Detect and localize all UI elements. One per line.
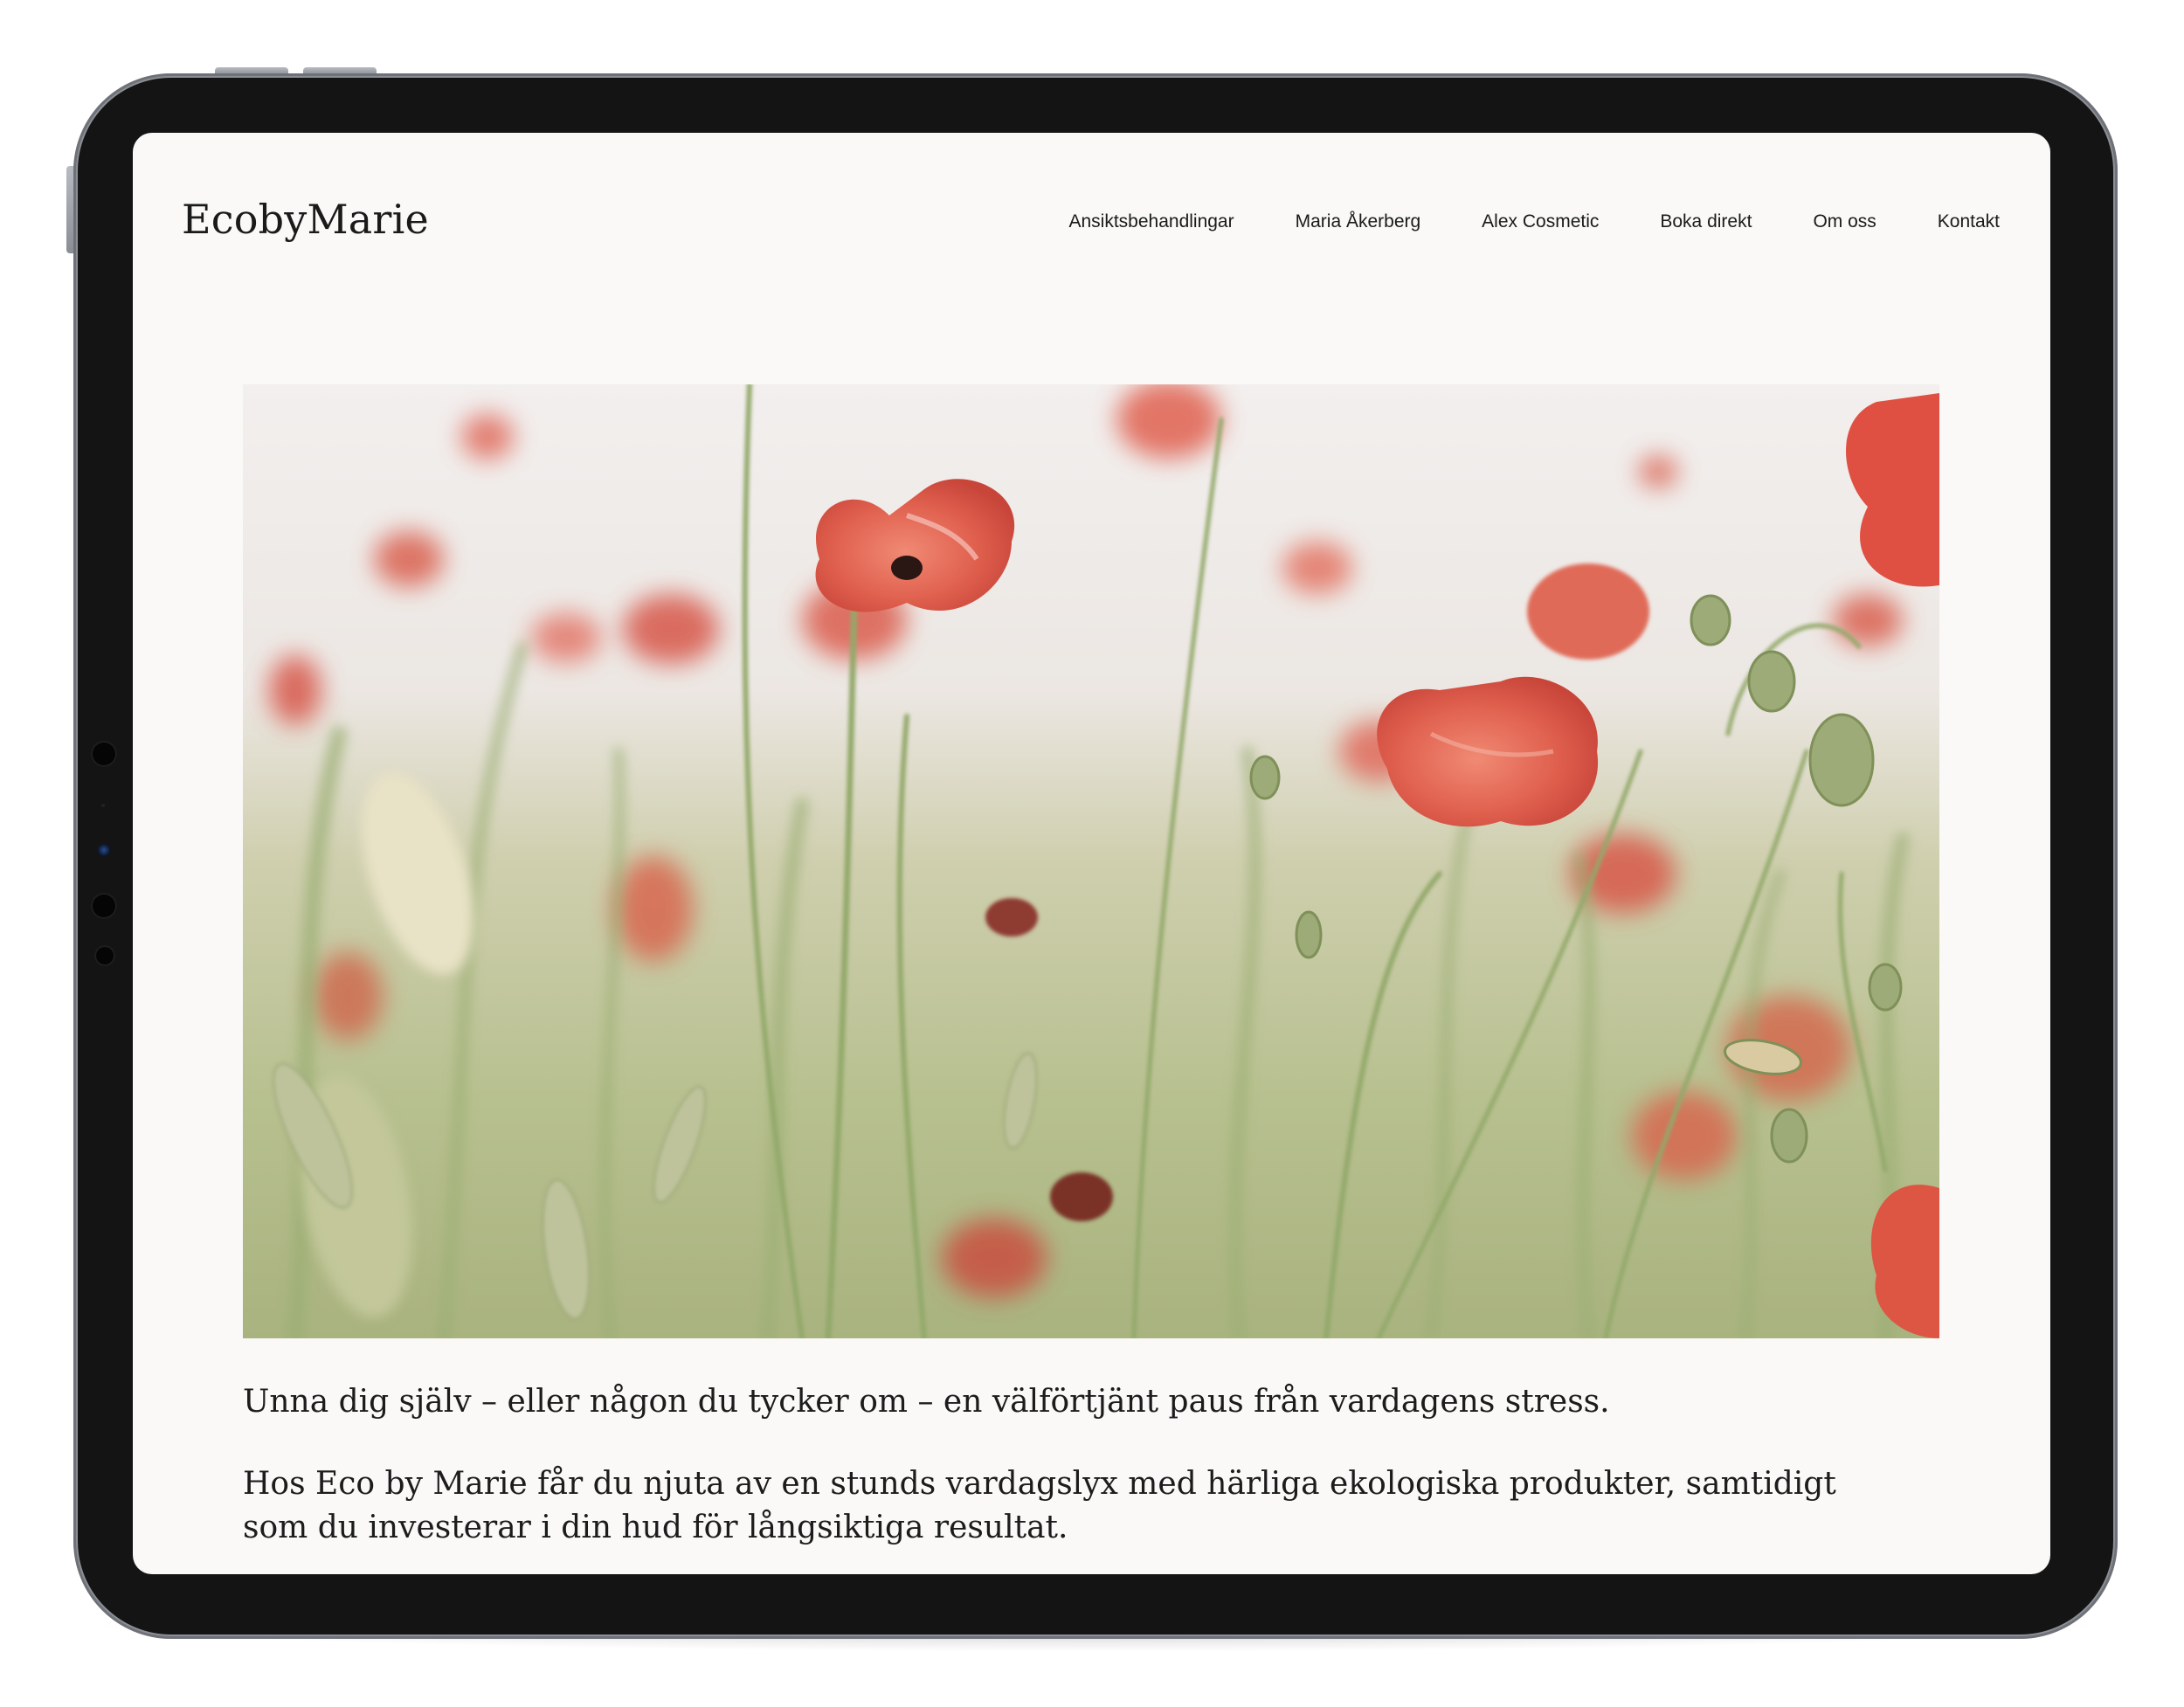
mockup-stage: EcobyMarie Ansiktsbehandlingar Maria Åke…: [0, 0, 2184, 1707]
tablet-screen: EcobyMarie Ansiktsbehandlingar Maria Åke…: [133, 133, 2050, 1574]
ambient-light-sensor: [101, 804, 105, 807]
poppy-field-illustration: [243, 384, 1939, 1338]
intro-paragraph-1: Unna dig själv – eller någon du tycker o…: [243, 1384, 1610, 1420]
nav-item-boka-direkt[interactable]: Boka direkt: [1660, 211, 1752, 232]
intro-text: Unna dig själv – eller någon du tycker o…: [243, 1380, 1903, 1574]
front-camera-lens: [98, 844, 110, 856]
main-navigation: Ansiktsbehandlingar Maria Åkerberg Alex …: [1068, 211, 2000, 232]
intro-paragraph-2: Hos Eco by Marie får du njuta av en stun…: [243, 1466, 1836, 1545]
hero-image: [243, 384, 1939, 1338]
site-logo[interactable]: EcobyMarie: [182, 196, 429, 243]
poppy-flower-center: [1377, 676, 1599, 827]
nav-item-om-oss[interactable]: Om oss: [1813, 211, 1876, 232]
nav-item-ansiktsbehandlingar[interactable]: Ansiktsbehandlingar: [1068, 211, 1234, 232]
face-id-sensor: [91, 893, 117, 919]
front-camera-sensor: [91, 741, 117, 767]
nav-item-alex-cosmetic[interactable]: Alex Cosmetic: [1482, 211, 1599, 232]
poppy-flower-left-background: [1527, 563, 1649, 660]
nav-item-maria-akerberg[interactable]: Maria Åkerberg: [1296, 211, 1421, 232]
proximity-sensor: [94, 945, 115, 966]
nav-item-kontakt[interactable]: Kontakt: [1938, 211, 2000, 232]
